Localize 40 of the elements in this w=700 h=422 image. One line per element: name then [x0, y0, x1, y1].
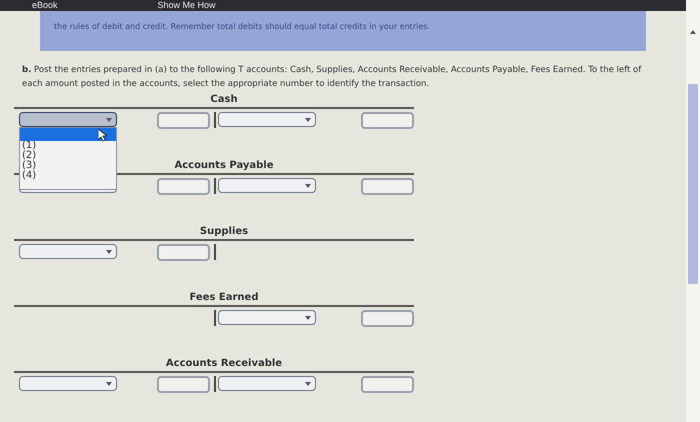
account-title: Fees Earned — [190, 291, 258, 305]
caret-icon — [106, 250, 112, 254]
account-title: Cash — [210, 93, 238, 107]
amount-field[interactable] — [157, 376, 210, 393]
transaction-dropdown[interactable] — [218, 112, 316, 127]
amount-field[interactable] — [157, 112, 210, 129]
account-title: Supplies — [200, 225, 248, 239]
amount-field[interactable] — [157, 178, 210, 195]
transaction-dropdown[interactable] — [218, 178, 316, 193]
transaction-dropdown[interactable] — [19, 244, 117, 259]
account-title: Accounts Receivable — [166, 357, 282, 371]
caret-icon — [106, 382, 112, 386]
caret-icon — [305, 184, 311, 188]
scroll-thumb[interactable] — [688, 84, 698, 284]
highlighted-option[interactable] — [20, 128, 116, 141]
transaction-dropdown[interactable] — [19, 112, 117, 127]
caret-icon — [305, 382, 311, 386]
dropdown-option[interactable]: (2) — [20, 151, 116, 161]
instruction-text: b. Post the entries prepared in (a) to the following T accounts: Cash, Supplies, Accounts Receivable, Accounts Payable, Fees Earned. To the left of each amount posted in the accounts, select the appropriate number to identify the transaction. — [22, 64, 642, 91]
dropdown-option[interactable]: (3) — [20, 161, 116, 171]
amount-field[interactable] — [157, 244, 210, 261]
account-title: Accounts Payable — [174, 159, 274, 173]
transaction-dropdown[interactable] — [218, 376, 316, 391]
transaction-dropdown[interactable] — [19, 376, 117, 391]
scroll-up-arrow-icon[interactable] — [690, 30, 696, 34]
amount-field[interactable] — [361, 376, 414, 393]
dropdown-option[interactable]: (4) — [20, 171, 116, 181]
scrollbar[interactable] — [686, 0, 700, 422]
transaction-dropdown[interactable] — [218, 310, 316, 325]
amount-field[interactable] — [361, 112, 414, 129]
caret-icon — [106, 118, 112, 122]
amount-field[interactable] — [361, 310, 414, 327]
top-tab[interactable]: eBook — [32, 1, 58, 10]
hint-text: the rules of debit and credit. Remember total debits should equal total credits in your entries. — [54, 22, 430, 31]
caret-icon — [305, 118, 311, 122]
caret-icon — [305, 316, 311, 320]
mouse-pointer-icon — [98, 129, 107, 142]
top-tab[interactable]: Show Me How — [158, 1, 216, 10]
dropdown-option[interactable]: (1) — [20, 141, 116, 151]
amount-field[interactable] — [361, 178, 414, 195]
